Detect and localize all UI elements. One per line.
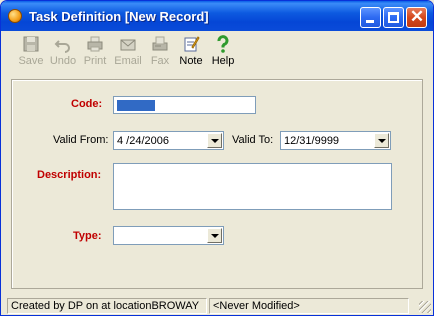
type-label: Type:	[73, 230, 102, 242]
note-icon	[184, 36, 200, 52]
toolbar: Save Undo Print Email Fax Note Help	[1, 31, 433, 73]
undo-icon	[54, 40, 70, 53]
email-button[interactable]: Email	[111, 35, 145, 71]
valid-from-label: Valid From:	[53, 134, 109, 146]
status-modified: <Never Modified>	[209, 298, 409, 314]
close-icon: ✕	[409, 7, 425, 26]
save-label: Save	[18, 55, 44, 67]
fax-button[interactable]: Fax	[145, 35, 175, 71]
task-definition-window: Task Definition [New Record] ✕ Save Undo	[0, 0, 434, 316]
code-selection	[117, 100, 155, 111]
valid-to-label: Valid To:	[232, 134, 274, 146]
maximize-icon	[388, 12, 399, 23]
fax-label: Fax	[150, 55, 170, 67]
help-icon	[217, 35, 229, 53]
status-bar: Created by DP on at locationBROWAY <Neve…	[1, 297, 433, 315]
valid-to-combo[interactable]: 12/31/9999	[280, 131, 391, 150]
note-label: Note	[179, 55, 203, 67]
undo-button[interactable]: Undo	[47, 35, 79, 71]
code-input[interactable]	[113, 96, 256, 114]
minimize-button[interactable]	[360, 7, 381, 28]
title-bar[interactable]: Task Definition [New Record] ✕	[1, 1, 433, 31]
chevron-down-icon[interactable]	[374, 133, 389, 148]
chevron-down-icon[interactable]	[207, 228, 222, 243]
save-icon	[23, 36, 39, 52]
description-textarea[interactable]	[113, 163, 392, 210]
help-label: Help	[211, 55, 235, 67]
fax-icon	[152, 36, 168, 51]
close-button[interactable]: ✕	[406, 7, 427, 28]
app-icon	[8, 9, 22, 23]
valid-from-value: 4 /24/2006	[117, 135, 169, 147]
print-button[interactable]: Print	[79, 35, 111, 71]
save-button[interactable]: Save	[15, 35, 47, 71]
print-label: Print	[83, 55, 107, 67]
window-title: Task Definition [New Record]	[29, 9, 209, 24]
print-icon	[87, 36, 103, 52]
type-combo[interactable]	[113, 226, 224, 245]
valid-from-combo[interactable]: 4 /24/2006	[113, 131, 224, 150]
valid-to-value: 12/31/9999	[284, 135, 340, 147]
chevron-down-icon[interactable]	[207, 133, 222, 148]
maximize-button[interactable]	[383, 7, 404, 28]
note-button[interactable]: Note	[175, 35, 207, 71]
form-panel: Code: Valid From: 4 /24/2006 Valid To: 1…	[11, 79, 423, 289]
status-created: Created by DP on at locationBROWAY	[7, 298, 207, 314]
minimize-icon	[366, 20, 374, 23]
email-label: Email	[114, 55, 142, 67]
email-icon	[120, 39, 136, 51]
description-label: Description:	[37, 169, 102, 181]
code-label: Code:	[71, 98, 103, 110]
undo-label: Undo	[49, 55, 77, 67]
help-button[interactable]: Help	[207, 35, 239, 71]
resize-grip-icon[interactable]	[419, 301, 431, 313]
